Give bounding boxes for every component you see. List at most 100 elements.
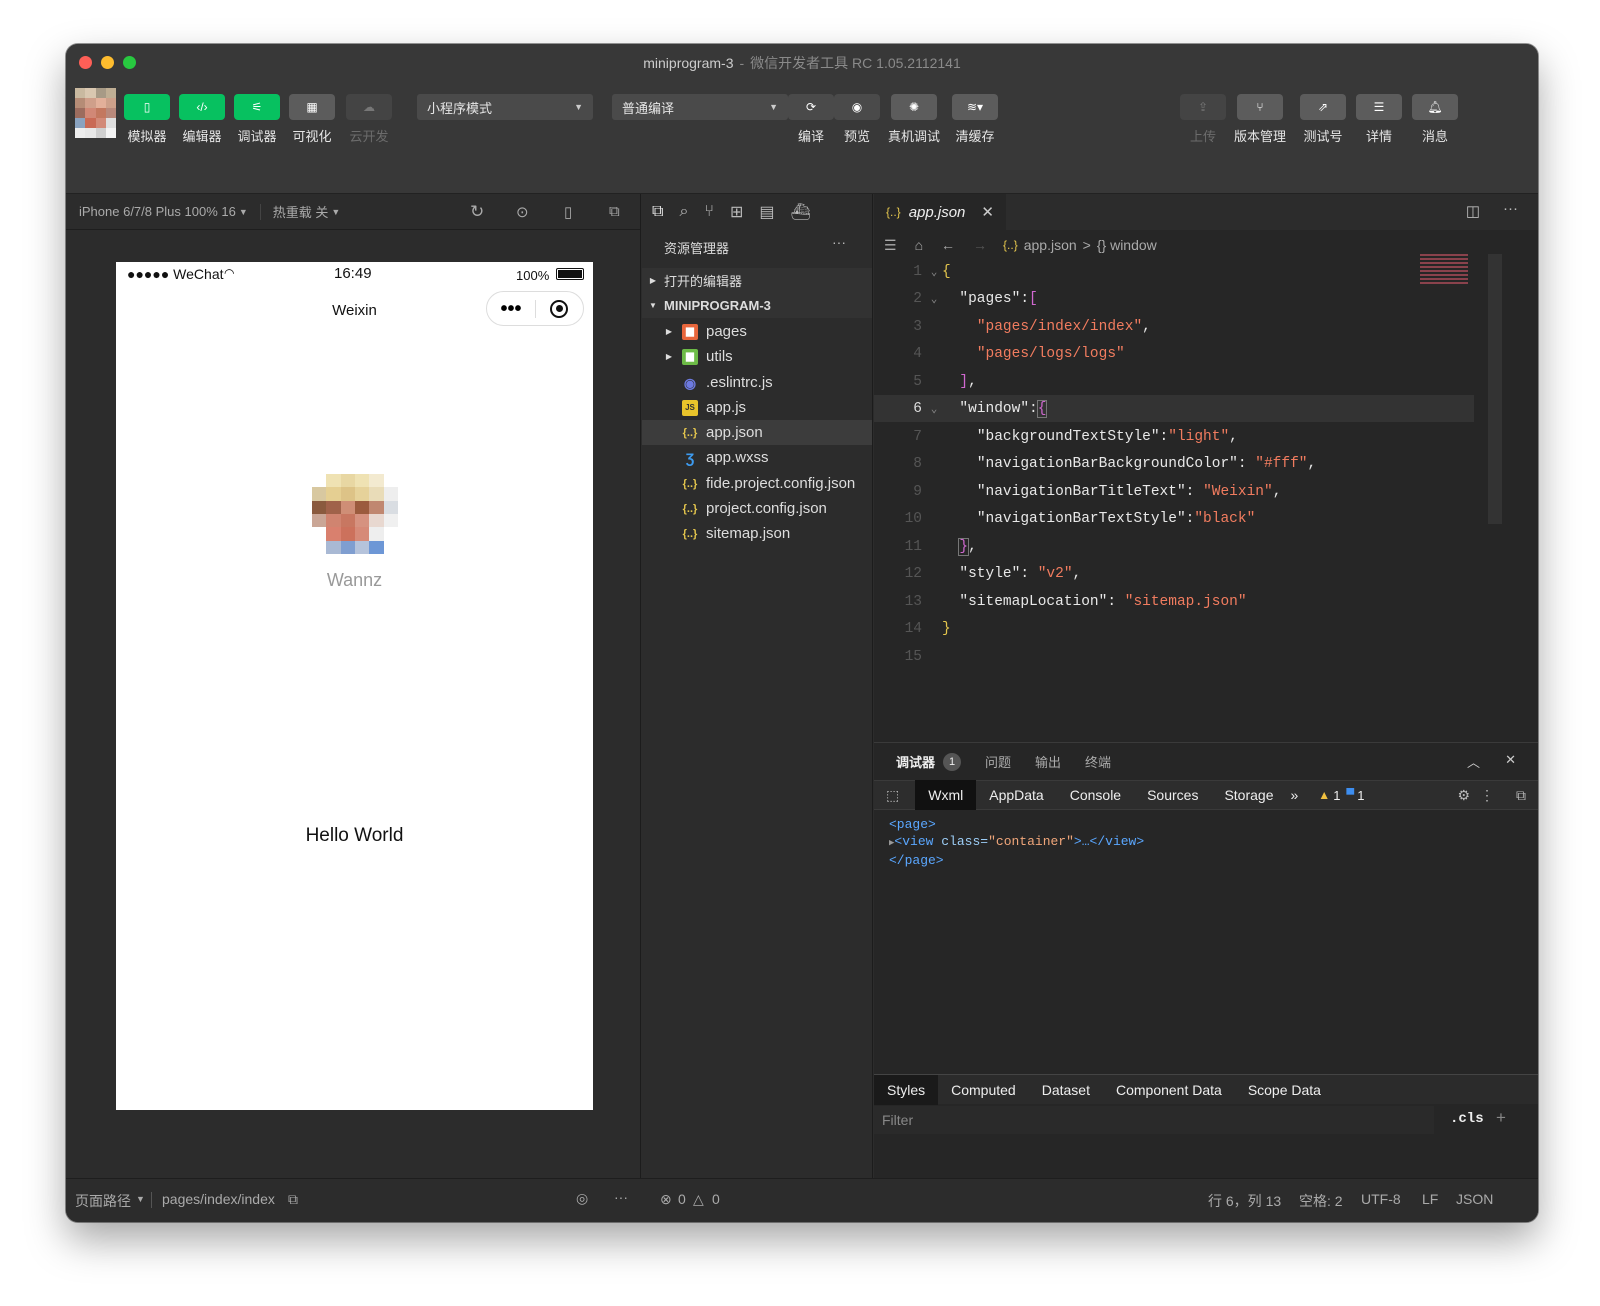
tab-styles[interactable]: Styles: [874, 1074, 939, 1105]
remote-debug-button[interactable]: ✺ 真机调试: [888, 94, 940, 145]
inspect-icon[interactable]: ⬚: [886, 787, 899, 804]
compile-button[interactable]: ⟳ 编译: [788, 94, 834, 145]
eye-icon[interactable]: ◎: [576, 1190, 588, 1207]
info-count[interactable]: 1: [1357, 788, 1364, 803]
panel-wxml[interactable]: Wxml: [915, 780, 977, 810]
cursor-position[interactable]: 行 6，列 13: [1208, 1191, 1281, 1211]
more-actions-icon[interactable]: ···: [1503, 200, 1518, 217]
fold-icon[interactable]: ⌄: [926, 402, 942, 416]
chevron-up-icon[interactable]: ︿: [1467, 752, 1480, 771]
file-fide-config[interactable]: {..} fide.project.config.json: [642, 471, 872, 496]
panel-sources[interactable]: Sources: [1134, 780, 1211, 810]
explorer-more-button[interactable]: ···: [832, 234, 846, 250]
file-sitemap[interactable]: {..} sitemap.json: [642, 521, 872, 546]
tab-app-json[interactable]: {..} app.json ✕: [874, 194, 1006, 230]
hot-reload-toggle[interactable]: 热重载 关: [273, 202, 329, 221]
file-app-js[interactable]: JS app.js: [642, 395, 872, 420]
filter-input[interactable]: Filter: [874, 1106, 1434, 1134]
source-control-icon[interactable]: ⑂: [704, 203, 714, 221]
panel-console[interactable]: Console: [1057, 780, 1134, 810]
debugger-button[interactable]: ⚟ 调试器: [234, 94, 280, 145]
file-project-config[interactable]: {..} project.config.json: [642, 496, 872, 521]
user-avatar[interactable]: [75, 88, 116, 138]
more-panels-button[interactable]: »: [1291, 787, 1299, 803]
clear-cache-button[interactable]: ≋▾ 清缓存: [952, 94, 998, 145]
close-icon[interactable]: ✕: [1505, 752, 1516, 768]
file-eslintrc[interactable]: ◉ .eslintrc.js: [642, 370, 872, 395]
kebab-icon[interactable]: ⋮: [1480, 787, 1494, 804]
docker-icon[interactable]: ⛴: [791, 202, 811, 222]
indent-spaces[interactable]: 空格: 2: [1299, 1191, 1343, 1211]
simulator-button[interactable]: ▯ 模拟器: [124, 94, 170, 145]
compile-select[interactable]: 普通编译 ▼: [612, 94, 788, 120]
minimap[interactable]: [1420, 254, 1468, 284]
close-capsule-icon[interactable]: [536, 299, 583, 318]
tab-problems[interactable]: 问题: [985, 752, 1011, 771]
minimize-window-button[interactable]: [101, 56, 114, 69]
bookmark-icon[interactable]: ⌂: [915, 237, 923, 253]
fold-icon[interactable]: ⌄: [926, 292, 942, 306]
more-dots-icon[interactable]: •••: [487, 299, 535, 319]
file-encoding[interactable]: UTF-8: [1361, 1191, 1401, 1207]
files-icon[interactable]: ⧉: [652, 203, 663, 221]
back-arrow-icon[interactable]: ←: [941, 237, 955, 253]
tab-component-data[interactable]: Component Data: [1103, 1075, 1235, 1105]
close-icon[interactable]: ✕: [981, 203, 994, 221]
panel-storage[interactable]: Storage: [1211, 780, 1286, 810]
fold-icon[interactable]: ⌄: [926, 265, 942, 279]
error-count[interactable]: 0: [678, 1191, 686, 1207]
tree-node-page-close[interactable]: </page>: [889, 852, 1523, 869]
tab-scope-data[interactable]: Scope Data: [1235, 1075, 1334, 1105]
messages-button[interactable]: 🔔︎ 消息: [1412, 94, 1458, 145]
file-app-json[interactable]: {..} app.json: [642, 420, 872, 445]
more-icon[interactable]: ···: [614, 1189, 628, 1205]
tab-dataset[interactable]: Dataset: [1029, 1075, 1103, 1105]
save-icon[interactable]: ▤: [759, 202, 774, 222]
vertical-scrollbar[interactable]: [1488, 254, 1502, 524]
device-select[interactable]: iPhone 6/7/8 Plus 100% 16: [79, 204, 236, 219]
editor-button[interactable]: ‹/› 编辑器: [179, 94, 225, 145]
language-mode[interactable]: JSON: [1456, 1191, 1493, 1207]
cloud-dev-button[interactable]: ☁ 云开发: [346, 94, 392, 145]
cls-button[interactable]: .cls: [1450, 1111, 1484, 1127]
visual-button[interactable]: ▦ 可视化: [289, 94, 335, 145]
rotate-icon[interactable]: ↻: [470, 202, 484, 222]
split-editor-icon[interactable]: ◫: [1466, 202, 1480, 220]
tab-output[interactable]: 输出: [1035, 752, 1061, 771]
warning-count[interactable]: 0: [712, 1191, 720, 1207]
tab-computed[interactable]: Computed: [938, 1075, 1029, 1105]
add-style-button[interactable]: +: [1496, 1108, 1506, 1128]
stop-icon[interactable]: ⊙: [516, 203, 529, 221]
project-section[interactable]: ▼ MINIPROGRAM-3: [642, 293, 872, 318]
breadcrumb-file[interactable]: app.json: [1024, 237, 1077, 253]
tree-node-page-open[interactable]: <page>: [889, 816, 1523, 833]
copy-icon[interactable]: ⧉: [288, 1191, 298, 1208]
version-button[interactable]: ⑂ 版本管理: [1234, 94, 1286, 145]
test-account-button[interactable]: ⇗ 测试号: [1300, 94, 1346, 145]
tree-node-view[interactable]: ▶<view class="container">…</view>: [889, 833, 1523, 852]
close-window-button[interactable]: [79, 56, 92, 69]
detach-icon[interactable]: ⧉: [609, 203, 620, 220]
warning-count[interactable]: 1: [1333, 788, 1340, 803]
folder-pages[interactable]: ▶ ▆ pages: [642, 319, 872, 344]
tab-debugger[interactable]: 调试器: [896, 752, 935, 771]
gear-icon[interactable]: ⚙: [1457, 787, 1470, 804]
upload-button[interactable]: ⇪ 上传: [1180, 94, 1226, 145]
tab-terminal[interactable]: 终端: [1085, 752, 1111, 771]
line-ending[interactable]: LF: [1422, 1191, 1438, 1207]
list-icon[interactable]: ☰: [884, 237, 897, 254]
undock-icon[interactable]: ⧉: [1516, 787, 1526, 804]
search-icon[interactable]: ⌕: [679, 203, 688, 221]
open-editors-section[interactable]: ▶ 打开的编辑器: [642, 268, 872, 293]
breadcrumb-object[interactable]: {} window: [1097, 237, 1157, 253]
file-app-wxss[interactable]: Ʒapp.wxss: [642, 445, 872, 470]
preview-button[interactable]: ◉ 预览: [834, 94, 880, 145]
forward-arrow-icon[interactable]: →: [973, 237, 987, 253]
panel-appdata[interactable]: AppData: [976, 780, 1056, 810]
mode-select[interactable]: 小程序模式 ▼: [417, 94, 593, 120]
device-icon[interactable]: ▯: [564, 203, 572, 221]
folder-utils[interactable]: ▶ ▆ utils: [642, 344, 872, 369]
maximize-window-button[interactable]: [123, 56, 136, 69]
page-path-select[interactable]: 页面路径: [75, 1191, 131, 1211]
details-button[interactable]: ☰ 详情: [1356, 94, 1402, 145]
